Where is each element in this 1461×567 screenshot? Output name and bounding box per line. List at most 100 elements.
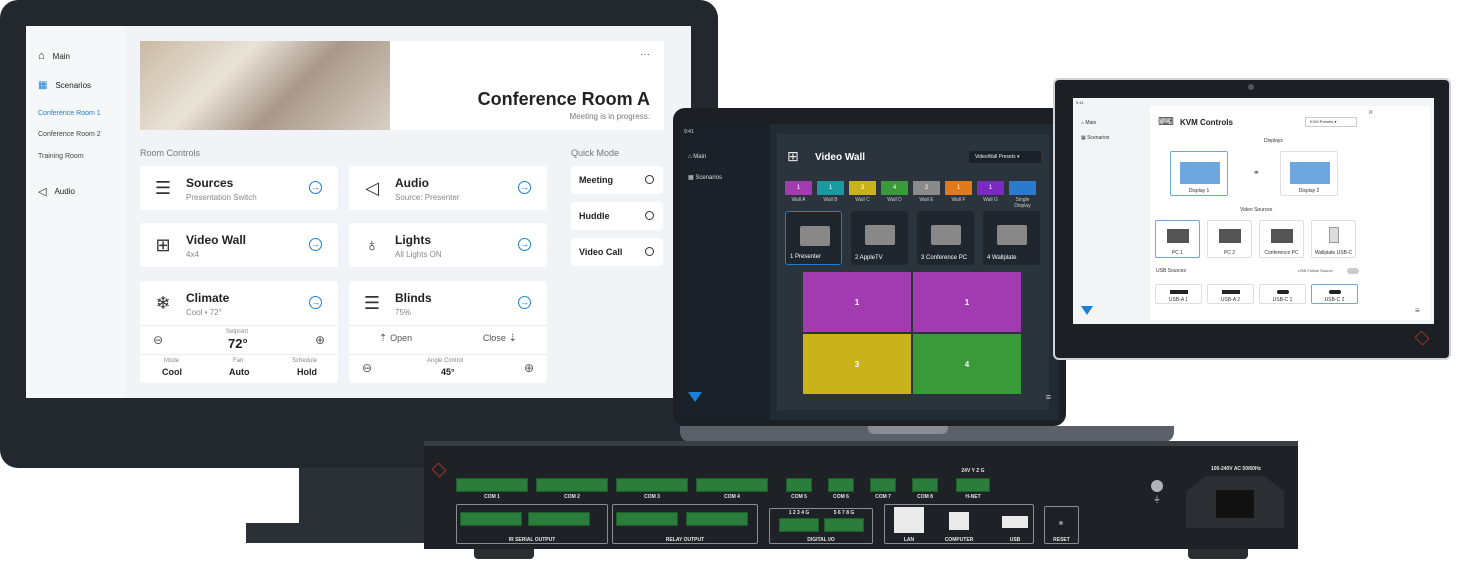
schedule-value[interactable]: Hold — [297, 367, 317, 377]
blinds-icon: ☰ — [363, 293, 381, 313]
sources-card[interactable]: ☰ Sources Presentation Switch → — [140, 166, 338, 210]
source-tile-1[interactable]: 1 Presenter — [785, 211, 842, 265]
lights-card[interactable]: ♁ Lights All Lights ON → — [349, 223, 547, 267]
video-source-3[interactable]: Conference PC — [1259, 220, 1304, 258]
room-controls-label: Room Controls — [140, 148, 201, 158]
video-sources-label: Video Sources — [1240, 207, 1273, 213]
mode-value[interactable]: Cool — [162, 367, 182, 377]
source-label: 2 AppleTV — [855, 255, 883, 261]
card-title: Audio — [395, 176, 429, 190]
brand-logo — [688, 392, 702, 402]
wall-cell-2[interactable]: 1 — [913, 272, 1021, 332]
arrow-right-icon[interactable]: → — [309, 296, 322, 309]
arrow-right-icon[interactable]: → — [309, 181, 322, 194]
com-label: COM 2 — [564, 494, 580, 500]
display-1[interactable]: Display 1 — [1170, 151, 1228, 196]
video-wall-card[interactable]: ⊞ Video Wall 4x4 → — [140, 223, 338, 267]
source-thumbnail — [865, 225, 895, 245]
blinds-close-button[interactable]: Close ⇣ — [483, 333, 517, 344]
wall-preset-8[interactable] — [1009, 181, 1036, 195]
blinds-card[interactable]: ☰ Blinds 75% → ⇡ Open Close ⇣ ⊖ ⊕ Angle … — [349, 281, 547, 383]
sidebar-item-label: Main — [52, 51, 70, 61]
card-title: Climate — [186, 291, 230, 305]
source-tile-2[interactable]: 2 AppleTV — [851, 211, 908, 265]
quick-mode-video-call[interactable]: Video Call — [571, 238, 663, 266]
reset-button[interactable] — [1059, 521, 1063, 525]
brand-logo — [1081, 306, 1093, 315]
usb-source-2[interactable]: USB-A 2 — [1207, 284, 1254, 304]
fan-value[interactable]: Auto — [229, 367, 250, 377]
angle-minus-button[interactable]: ⊖ — [362, 361, 372, 375]
arrow-right-icon[interactable]: → — [518, 238, 531, 251]
quick-mode-label: Video Call — [579, 247, 623, 257]
sidebar-item-audio[interactable]: ◁ Audio — [38, 185, 75, 198]
wall-preset-3[interactable]: 3 — [849, 181, 876, 195]
usb-source-1[interactable]: USB-A 1 — [1155, 284, 1202, 304]
arrow-right-icon[interactable]: → — [518, 296, 531, 309]
power-socket — [1216, 490, 1254, 518]
usb-follow-toggle[interactable] — [1347, 268, 1359, 274]
source-tile-3[interactable]: 3 Conference PC — [917, 211, 974, 265]
display-icon — [1290, 162, 1330, 184]
wall-preset-4[interactable]: 4 — [881, 181, 908, 195]
more-menu-button[interactable]: ··· — [640, 49, 650, 60]
wall-cell-1[interactable]: 1 — [803, 272, 911, 332]
audio-card[interactable]: ◁ Audio Source: Presenter → — [349, 166, 547, 210]
minus-button[interactable]: ⊖ — [153, 333, 163, 347]
video-source-4[interactable]: Wallplate USB-C — [1311, 220, 1356, 258]
laptop-notch — [868, 426, 948, 434]
wall-preset-6[interactable]: 1 — [945, 181, 972, 195]
display-2[interactable]: Display 2 — [1280, 151, 1338, 196]
wall-cell-4[interactable]: 4 — [913, 334, 1021, 394]
computer-usb-port[interactable] — [949, 512, 969, 530]
angle-value: 45° — [441, 367, 455, 377]
settings-sliders-icon[interactable]: ≡ — [1046, 392, 1051, 402]
sidebar-item-conference-room-2[interactable]: Conference Room 2 — [38, 131, 101, 138]
sidebar-item-main[interactable]: ⌂ Main — [688, 154, 706, 160]
kvm-preset-dropdown[interactable]: KVM Presets ▾ — [1305, 117, 1357, 127]
video-source-2[interactable]: PC 2 — [1207, 220, 1252, 258]
tablet-sidebar: 9:41 ⌂ Main ▦ Scenarios — [1073, 98, 1141, 324]
sidebar-item-conference-room-1[interactable]: Conference Room 1 — [38, 110, 101, 117]
com-terminal-8 — [912, 478, 938, 492]
usb-source-4[interactable]: USB-C 2 — [1311, 284, 1358, 304]
lan-port[interactable] — [894, 507, 924, 533]
arrow-right-icon[interactable]: → — [309, 238, 322, 251]
sidebar-item-main[interactable]: ⌂ Main — [38, 50, 70, 62]
presets-dropdown[interactable]: VideoWall Presets ▾ — [969, 151, 1041, 163]
source-label: USB-A 2 — [1220, 297, 1241, 303]
arrow-right-icon[interactable]: → — [518, 181, 531, 194]
wall-preset-7[interactable]: 1 — [977, 181, 1004, 195]
angle-plus-button[interactable]: ⊕ — [524, 361, 534, 375]
close-icon[interactable]: × — [1368, 107, 1373, 117]
dio-label: DIGITAL I/O — [807, 537, 835, 543]
sidebar-item-scenarios[interactable]: ▦ Scenarios — [38, 80, 91, 91]
source-tile-4[interactable]: 4 Wallplate — [983, 211, 1040, 265]
sidebar-item-scenarios[interactable]: ▦ Scenarios — [1081, 135, 1109, 141]
wall-preset-5[interactable]: 2 — [913, 181, 940, 195]
card-title: Sources — [186, 176, 234, 190]
quick-mode-meeting[interactable]: Meeting — [571, 166, 663, 194]
dropdown-value: VideoWall Presets — [975, 154, 1016, 160]
usb-sources-label: USB Sources — [1156, 268, 1187, 274]
wall-preset-2[interactable]: 1 — [817, 181, 844, 195]
plus-button[interactable]: ⊕ — [315, 333, 325, 347]
hnet-pins-label: 24V Y Z G — [961, 468, 985, 474]
monitor-stand — [299, 467, 429, 525]
blinds-open-button[interactable]: ⇡ Open — [379, 333, 412, 344]
panel-title: Video Wall — [815, 152, 866, 163]
usb-source-3[interactable]: USB-C 1 — [1259, 284, 1306, 304]
sidebar-item-main[interactable]: ⌂ Main — [1081, 120, 1096, 126]
settings-sliders-icon[interactable]: ≡ — [1415, 306, 1420, 315]
wall-cell-3[interactable]: 3 — [803, 334, 911, 394]
sidebar-item-label: Main — [1085, 120, 1097, 126]
climate-card[interactable]: ❄ Climate Cool • 72° → ⊖ ⊕ Setpoint 72° … — [140, 281, 338, 383]
wall-preset-1[interactable]: 1 — [785, 181, 812, 195]
sidebar-item-scenarios[interactable]: ▦ Scenarios — [688, 174, 722, 181]
com-terminal-7 — [870, 478, 896, 492]
video-source-1[interactable]: PC 1 — [1155, 220, 1200, 258]
quick-mode-huddle[interactable]: Huddle — [571, 202, 663, 230]
sidebar-item-training-room[interactable]: Training Room — [38, 153, 84, 160]
sidebar-item-label: Scenarios — [1087, 135, 1110, 141]
usb-port[interactable] — [1002, 516, 1028, 528]
